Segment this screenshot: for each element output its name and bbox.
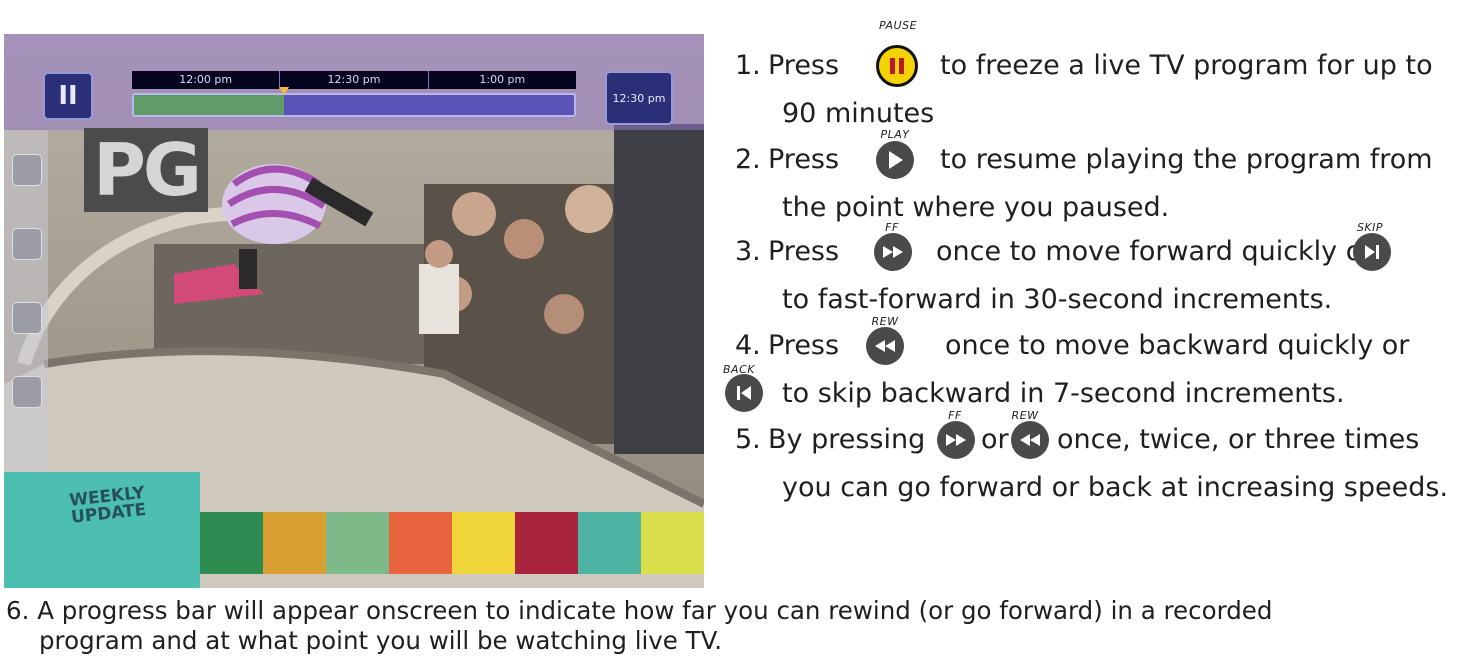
step-text: you can go forward or back at increasing… (782, 472, 1449, 503)
channel-thumbnail (641, 512, 704, 574)
side-menu-button (12, 376, 42, 408)
step-6: 6. A progress bar will appear onscreen t… (6, 596, 1456, 656)
step-text: once to move backward quickly or (945, 330, 1410, 361)
side-menu-button (12, 154, 42, 186)
step-text: to freeze a live TV program for up to (940, 50, 1433, 81)
step-6-line-2: program and at what point you will be wa… (39, 626, 723, 655)
step-number: 5. (735, 424, 761, 455)
step-text: Press (768, 50, 840, 81)
step-text: once to move forward quickly or (936, 236, 1374, 267)
channel-thumbnail (452, 512, 515, 574)
channel-thumbnail (389, 512, 452, 574)
rewind-button-icon (1011, 421, 1049, 459)
current-time-box: 12:30 pm (605, 71, 673, 125)
rating-badge: PG (84, 128, 208, 212)
weekly-update-promo: WEEKLY UPDATE (4, 472, 200, 588)
step-text: once, twice, or three times (1057, 424, 1420, 455)
step-text: Press (768, 330, 840, 361)
timeline-time-label: 12:00 pm (132, 71, 281, 89)
step-number: 3. (735, 236, 761, 267)
step-text: the point where you paused. (782, 192, 1170, 223)
side-menu-button (12, 302, 42, 334)
tv-side-menu (4, 130, 48, 474)
pause-button-icon (876, 45, 918, 87)
promo-logo-text: WEEKLY UPDATE (68, 482, 148, 528)
timeline-time-label: 1:00 pm (479, 73, 526, 86)
channel-thumbnail (578, 512, 641, 574)
side-menu-button (12, 228, 42, 260)
tv-screenshot: II 12:00 pm 12:30 pm 1:00 pm 12:30 pm PG… (4, 34, 704, 588)
fast-forward-button-icon (937, 421, 975, 459)
step-6-line-1: 6. A progress bar will appear onscreen t… (6, 596, 1456, 626)
channel-thumbnail (326, 512, 389, 574)
timeline-time-labels: 12:00 pm 12:30 pm 1:00 pm (132, 71, 576, 89)
dvr-pause-indicator: II (43, 72, 93, 120)
step-number: 6. (6, 596, 30, 625)
channel-thumbnail (263, 512, 326, 574)
play-button-icon (876, 141, 914, 179)
channel-thumbnail (515, 512, 578, 574)
skip-forward-button-icon (1353, 233, 1391, 271)
skip-back-button-icon (725, 374, 763, 412)
button-caption: PAUSE (878, 19, 918, 32)
step-text: to skip backward in 7-second increments. (782, 378, 1345, 409)
step-text: A progress bar will appear onscreen to i… (37, 596, 1273, 625)
step-text: Press (768, 144, 840, 175)
channel-thumbnail-strip (200, 512, 704, 574)
rewind-button-icon (866, 327, 904, 365)
step-text: Press (768, 236, 840, 267)
step-text: to resume playing the program from (940, 144, 1433, 175)
dvr-timeline: 12:00 pm 12:30 pm 1:00 pm (132, 71, 576, 121)
fast-forward-button-icon (874, 233, 912, 271)
dvr-progress-track (132, 87, 576, 117)
step-number: 2. (735, 144, 761, 175)
dvr-progress-fill (134, 95, 284, 115)
timeline-time-label: 12:30 pm (280, 71, 429, 89)
dvr-position-marker (278, 87, 289, 95)
step-number: 1. (735, 50, 761, 81)
step-text: By pressing (768, 424, 926, 455)
channel-thumbnail (200, 512, 263, 574)
